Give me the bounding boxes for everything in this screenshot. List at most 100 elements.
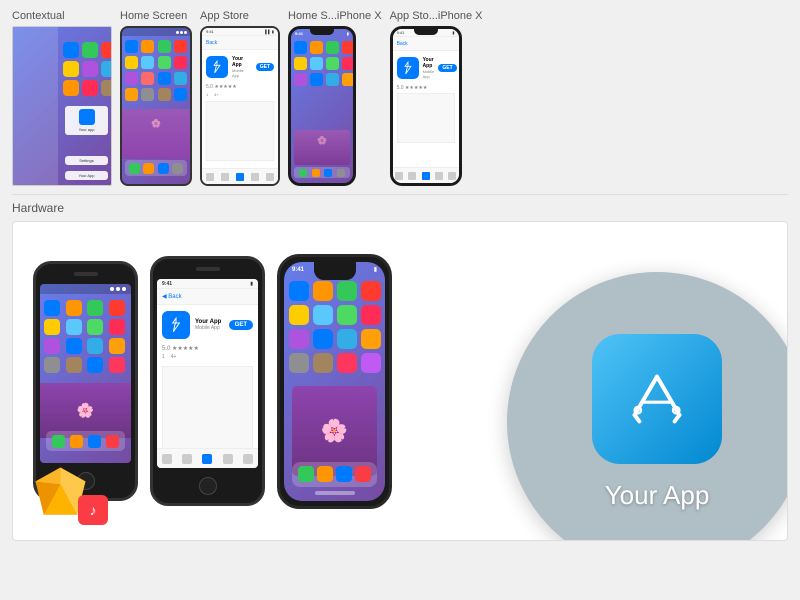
iphone6-icon (87, 319, 103, 335)
hs-dock-mail (143, 163, 154, 174)
as-review-count: 1 (206, 92, 208, 97)
iphone6-as-screen: 9:41 ▮ ◀ Back Your App Mobile App (157, 279, 258, 468)
iphone6-as-tab[interactable] (243, 454, 253, 464)
hs-flower-decoration: 🌸 (122, 119, 190, 128)
iphonex-as-tab-3[interactable] (422, 172, 430, 180)
as-battery-icon: ▮ (272, 29, 274, 34)
iphone6-icon (87, 300, 103, 316)
hs-icons-grid (122, 36, 190, 105)
as-tab-categories[interactable] (221, 173, 229, 181)
hs-icon (174, 40, 187, 53)
iphone6-as-tab-bar (157, 448, 258, 468)
iphone6-wallpaper: 🌸 (40, 383, 131, 438)
iphonex-lg-icon (313, 353, 333, 373)
iphonex-time: 9:41 (295, 31, 303, 36)
iphone6-app-icon (87, 357, 103, 373)
ctx-icon (82, 42, 98, 58)
iphone6-icon (66, 300, 82, 316)
iphonex-large-notch (314, 262, 356, 280)
hardware-label: Hardware (12, 201, 788, 215)
iphone6-as-status: 9:41 ▮ (157, 279, 258, 289)
hs-icon (174, 56, 187, 69)
iphonex-as-tab-2[interactable] (408, 172, 416, 180)
hs-status-bar (122, 28, 190, 36)
iphone6-dock-music (106, 435, 119, 448)
iphonex-as-tab-5[interactable] (448, 172, 456, 180)
iphonex-icon (294, 57, 307, 70)
ctx-icon (101, 61, 112, 77)
iphone6-as-tab[interactable] (162, 454, 172, 464)
iphonex-as-stars-text: 5.0 ★★★★★ (397, 85, 428, 91)
appstore-x-label: App Sto...iPhone X (390, 10, 483, 22)
iphonex-as-screenshot (397, 93, 455, 143)
iphone6-icons-grid (40, 294, 131, 375)
appstore-label: App Store (200, 10, 249, 22)
as-tab-updates[interactable] (236, 173, 244, 181)
as-badges: 1 4+ (202, 90, 278, 99)
iphonex-icon (326, 41, 339, 54)
iphone6-as-tab-active[interactable] (202, 454, 212, 464)
iphonex-as-tab-4[interactable] (435, 172, 443, 180)
as-screenshot-area (206, 101, 274, 161)
iphone6-as-home-button[interactable] (199, 477, 217, 495)
iphonex-icon (310, 57, 323, 70)
hs-icon (125, 72, 138, 85)
music-note-icon: ♪ (90, 502, 97, 518)
hs-icon (125, 56, 138, 69)
iphone6-icon (109, 338, 125, 354)
as-time: 9:41 (206, 29, 214, 34)
appstore-x-preview-item: App Sto...iPhone X 9:41 ▮ Back Your App … (390, 10, 483, 186)
iphone6-as-back[interactable]: ◀ Back (162, 293, 182, 300)
iphonex-dock-icon (337, 169, 345, 177)
iphonex-large-dock-icon (298, 466, 314, 482)
as-get-button[interactable]: GET (256, 63, 274, 71)
as-tab-featured[interactable] (206, 173, 214, 181)
iphonex-dock-icon (312, 169, 320, 177)
iphone6-dock-mail (70, 435, 83, 448)
iphone6-large-appstore: 9:41 ▮ ◀ Back Your App Mobile App (150, 256, 265, 506)
iphone6-screen: 🌸 (40, 284, 131, 463)
iphonex-large-dock (292, 462, 377, 487)
iphonex-large-flower: 🌸 (321, 418, 348, 444)
iphone6-status-dot (116, 287, 120, 291)
iphone6-icon (44, 338, 60, 354)
iphone6-as-time: 9:41 (162, 281, 172, 287)
as-back-button[interactable]: Back (206, 40, 217, 46)
iphone6-icon (109, 300, 125, 316)
homescreen-x-preview-item: Home S...iPhone X 9:41 ▮ (288, 10, 382, 186)
iphonex-wallpaper: 🌸 (294, 130, 350, 165)
iphonex-as-app-name: Your App (423, 57, 435, 69)
iphone6-as-get-button[interactable]: GET (229, 320, 253, 330)
hs-icon (141, 72, 154, 85)
iphone6-icon (44, 357, 60, 373)
iphone6-as-tab[interactable] (223, 454, 233, 464)
iphone6-as-app-row: Your App Mobile App GET (157, 305, 258, 345)
hs-icon (158, 40, 171, 53)
as-stars-text: 5.0 ★★★★★ (206, 84, 237, 90)
ctx-icon (82, 80, 98, 96)
as-app-info: Your App Mobile App (232, 56, 252, 78)
iphonex-dock (294, 167, 350, 178)
contextual-popup: Your app (65, 106, 108, 135)
iphone6-as-tab[interactable] (182, 454, 192, 464)
iphonex-as-tab-1[interactable] (395, 172, 403, 180)
hs-dock (125, 160, 187, 176)
iphonex-icon (326, 57, 339, 70)
iphonex-large-screen: 9:41 ▮ (284, 262, 385, 501)
iphone6-icon (87, 338, 103, 354)
iphonex-icon (310, 41, 323, 54)
iphone6-dock (46, 431, 125, 451)
iphonex-as-get-button[interactable]: GET (438, 64, 456, 72)
as-tab-search[interactable] (251, 173, 259, 181)
iphonex-large-dock-icon (355, 466, 371, 482)
contextual-app-label: Your app (67, 127, 106, 132)
iphonex-as-app-row: Your App Mobile App GET (393, 51, 459, 85)
hardware-area: 🌸 9:41 ▮ ◀ Back (12, 221, 788, 541)
iphonex-dock-icon (299, 169, 307, 177)
hs-icon-app (174, 88, 187, 101)
iphone6-as-app-svg (168, 317, 184, 333)
hs-icon (141, 40, 154, 53)
iphonex-as-back[interactable]: Back (397, 41, 408, 47)
appstore-frame: 9:41 ▌▌ ▮ Back Your App Mobile App (200, 26, 280, 186)
as-tab-account[interactable] (266, 173, 274, 181)
